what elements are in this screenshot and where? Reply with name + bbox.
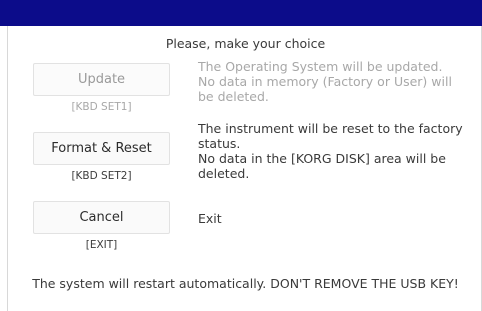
update-button[interactable]: Update	[33, 63, 170, 96]
format-reset-shortcut-label: [KBD SET2]	[71, 170, 132, 182]
update-description-line: No data in memory (Factory or User) will	[198, 74, 452, 89]
update-shortcut-label: [KBD SET1]	[71, 101, 132, 113]
format-reset-description-line: status.	[198, 136, 241, 151]
format-reset-button[interactable]: Format & Reset	[33, 132, 170, 165]
dialog-heading: Please, make your choice	[165, 36, 326, 51]
update-button-label: Update	[77, 72, 126, 87]
cancel-shortcut-label: [EXIT]	[85, 239, 118, 251]
cancel-description: Exit	[198, 211, 480, 226]
title-bar	[0, 0, 482, 26]
update-description: The Operating System will be updated. No…	[198, 59, 480, 104]
cancel-description-line: Exit	[198, 211, 222, 226]
format-reset-description: The instrument will be reset to the fact…	[198, 121, 480, 181]
cancel-button-label: Cancel	[79, 210, 124, 225]
format-reset-description-line: deleted.	[198, 166, 250, 181]
format-reset-description-line: The instrument will be reset to the fact…	[198, 121, 463, 136]
update-description-line: The Operating System will be updated.	[198, 59, 443, 74]
cancel-button[interactable]: Cancel	[33, 201, 170, 234]
format-reset-button-label: Format & Reset	[51, 141, 152, 156]
update-description-line: be deleted.	[198, 89, 269, 104]
choice-dialog: Please, make your choice Update [KBD SET…	[7, 26, 482, 311]
format-reset-description-line: No data in the [KORG DISK] area will be	[198, 151, 446, 166]
restart-warning: The system will restart automatically. D…	[32, 276, 459, 291]
